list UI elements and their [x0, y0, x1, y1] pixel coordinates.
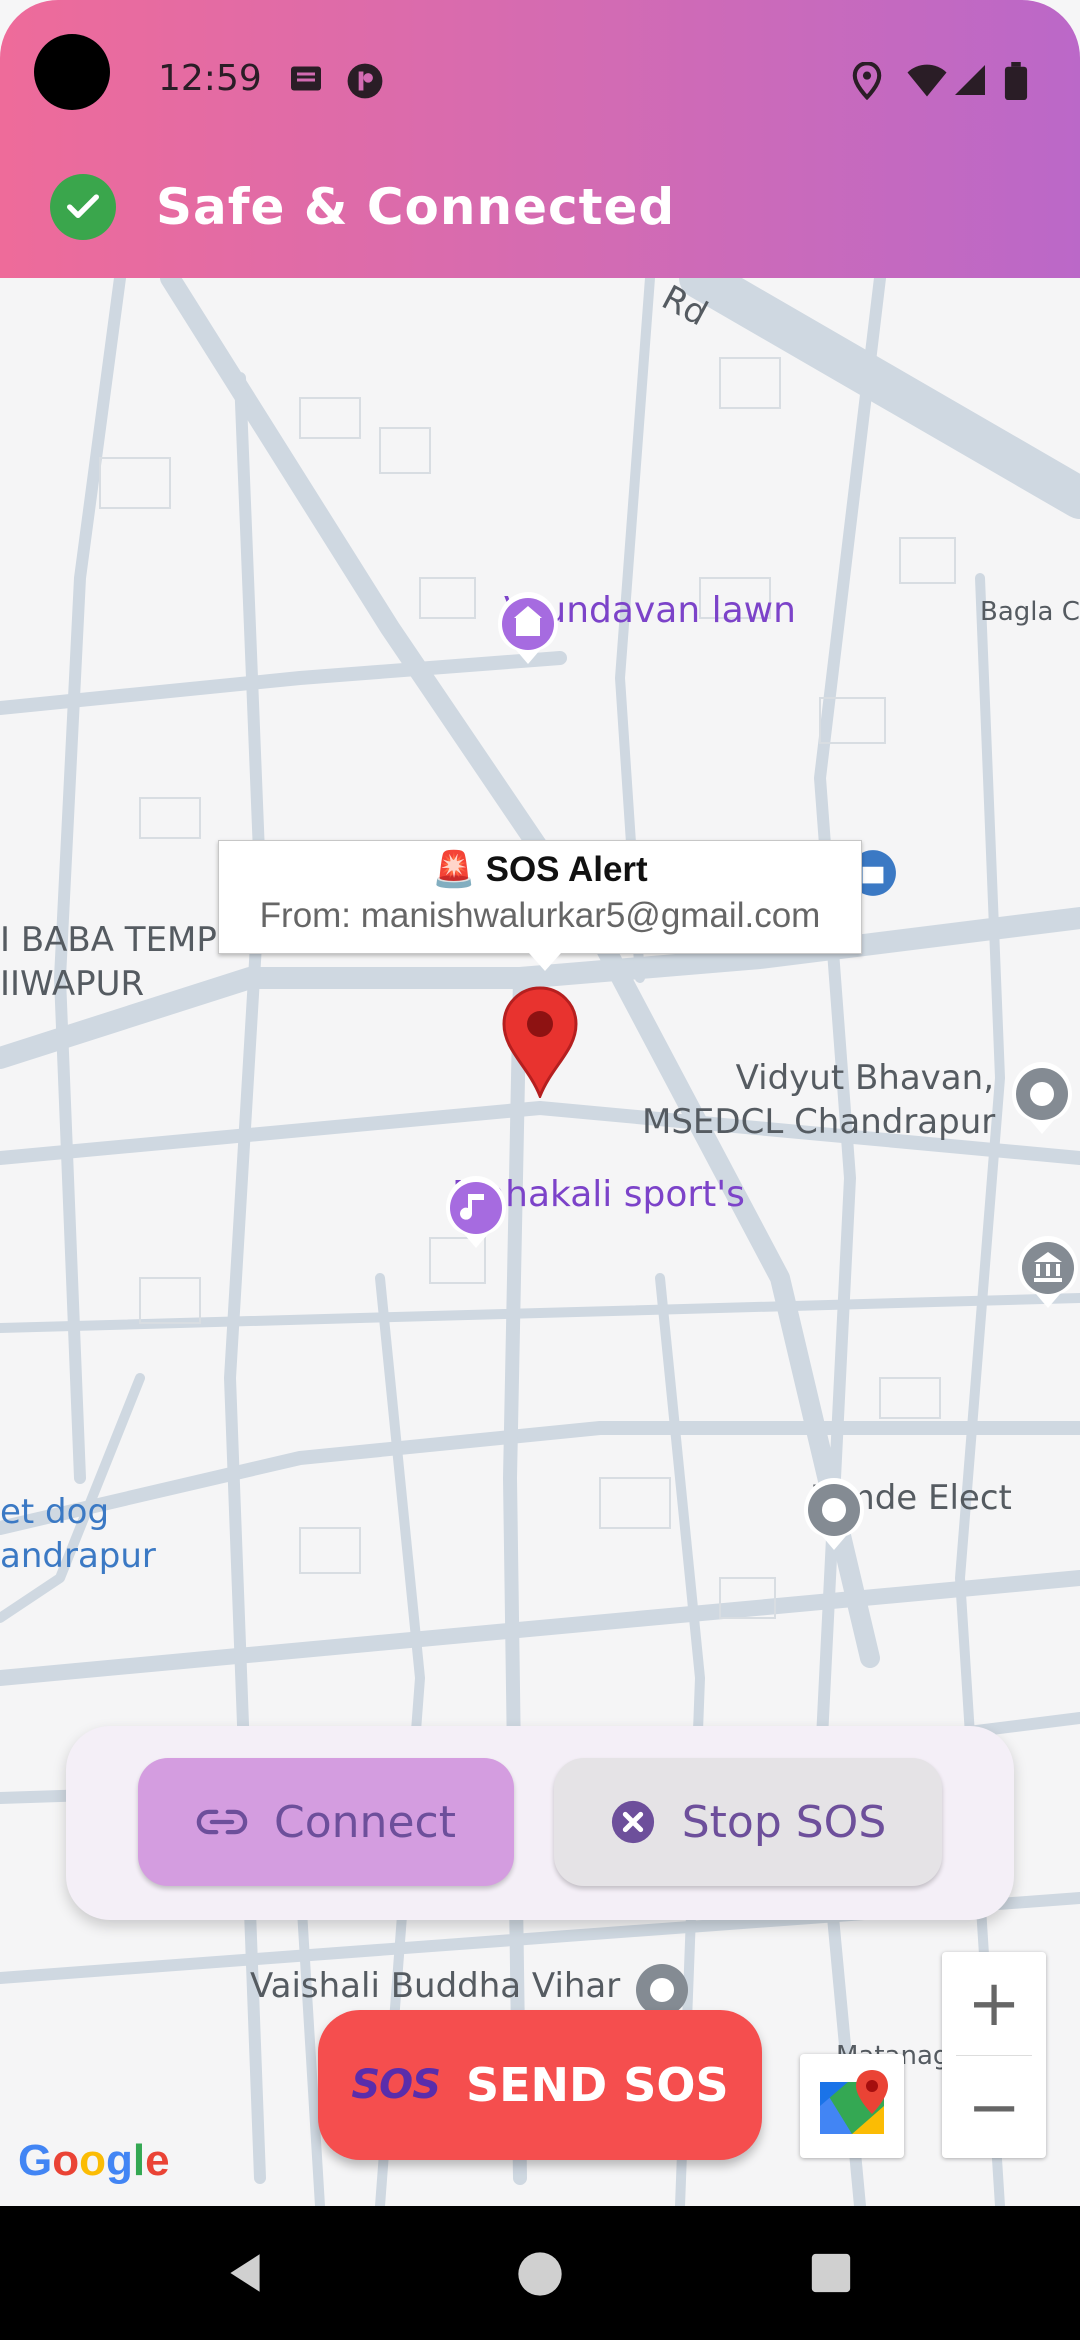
send-sos-button[interactable]: SOS SEND SOS	[318, 2010, 762, 2160]
location-icon	[852, 62, 882, 100]
poi-mahakali-sports[interactable]: Mahakali sport's	[444, 1174, 745, 1248]
status-text: Safe & Connected	[156, 178, 676, 236]
send-sos-label: SEND SOS	[466, 2058, 729, 2112]
app-icon	[347, 63, 383, 99]
system-navigation-bar	[0, 2206, 1080, 2340]
map-label-baba: I BABA TEMP IIWAPUR	[0, 920, 217, 1004]
back-icon[interactable]	[220, 2248, 270, 2298]
info-window-tail	[529, 953, 561, 971]
connection-status: Safe & Connected	[50, 174, 675, 240]
zoom-controls: + −	[942, 1952, 1046, 2158]
venue-pin-icon	[498, 592, 558, 664]
stop-sos-label: Stop SOS	[681, 1796, 887, 1848]
map-label-dog: et dog andrapur	[0, 1492, 156, 1576]
action-panel: Connect Stop SOS	[66, 1726, 1014, 1920]
sos-location-marker-icon[interactable]	[502, 986, 578, 1098]
place-pin-icon	[804, 1478, 864, 1550]
zoom-in-button[interactable]: +	[942, 1952, 1046, 2055]
map-label-bagla: Bagla Ch	[980, 597, 1080, 627]
poi-jumde[interactable]: Jumde Elect	[802, 1476, 1012, 1550]
poi-vrundavan-lawn[interactable]: Vrundavan lawn	[496, 590, 796, 664]
sos-info-window[interactable]: 🚨 SOS Alert From: manishwalurkar5@gmail.…	[218, 840, 862, 971]
battery-icon	[1004, 62, 1028, 100]
google-logo: Google	[18, 2136, 170, 2185]
info-window-title: 🚨 SOS Alert	[432, 850, 648, 889]
open-google-maps-button[interactable]	[800, 2054, 904, 2158]
map-label-vidyut: Vidyut Bhavan, MSEDCL Chandrapur	[642, 1058, 996, 1142]
front-camera	[34, 34, 110, 110]
sos-icon: SOS	[351, 2062, 441, 2108]
google-maps-icon	[820, 2070, 888, 2134]
message-icon	[291, 66, 321, 91]
wifi-icon	[907, 64, 947, 97]
check-circle-icon	[50, 174, 116, 240]
status-bar-time: 12:59	[158, 58, 262, 99]
place-pin-icon[interactable]	[1010, 1060, 1074, 1136]
info-window-subtitle: From: manishwalurkar5@gmail.com	[259, 896, 821, 935]
map-label-vaishali: Vaishali Buddha Vihar	[250, 1966, 621, 2006]
cancel-icon	[611, 1800, 654, 1844]
connect-label: Connect	[274, 1796, 456, 1848]
home-icon[interactable]	[514, 2248, 566, 2300]
signal-icon	[955, 65, 985, 95]
link-icon	[196, 1809, 248, 1835]
zoom-out-button[interactable]: −	[942, 2056, 1046, 2159]
connect-button[interactable]: Connect	[138, 1758, 514, 1886]
museum-pin-icon[interactable]	[1016, 1234, 1080, 1310]
recents-icon[interactable]	[808, 2250, 854, 2296]
app-header: 12:59 Safe & Connected	[0, 0, 1080, 278]
music-pin-icon	[446, 1176, 506, 1248]
stop-sos-button[interactable]: Stop SOS	[554, 1758, 942, 1886]
